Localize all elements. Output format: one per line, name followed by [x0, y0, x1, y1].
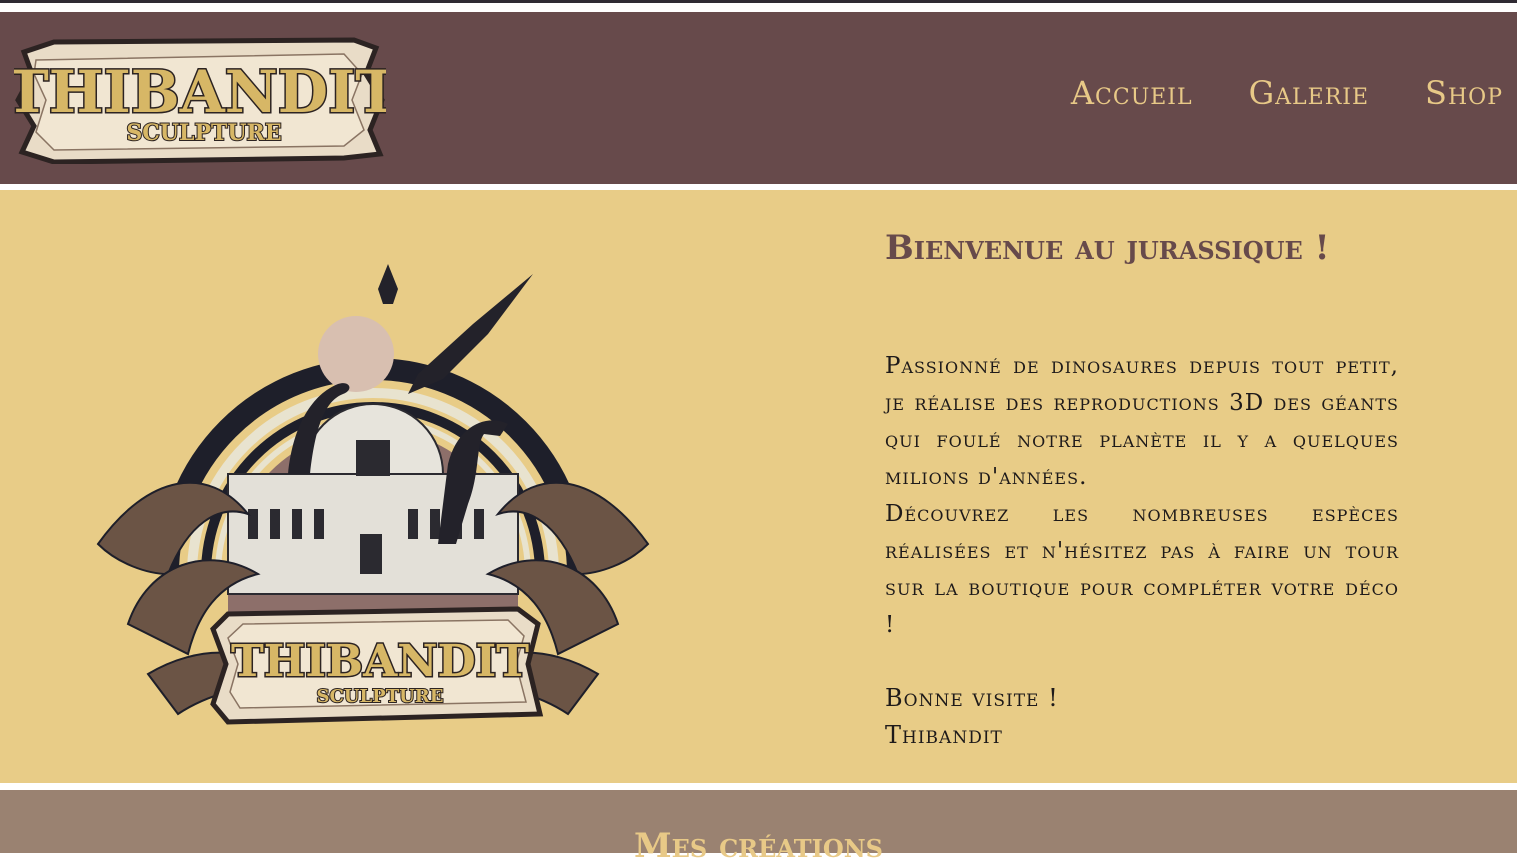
top-border — [0, 0, 1517, 3]
hero-section: THIBANDIT SCULPTURE Bienvenue au jurassi… — [0, 190, 1517, 783]
nav-shop[interactable]: Shop — [1425, 74, 1503, 112]
logo-subtitle: SCULPTURE — [126, 120, 281, 146]
hero-intro-paragraph-1: Passionné de dinosaures depuis tout peti… — [885, 353, 1399, 490]
signature-name: Thibandit — [885, 721, 1003, 749]
nav-galerie[interactable]: Galerie — [1249, 74, 1369, 112]
hero-intro-paragraph-2: Découvrez les nombreuses espèces réalisé… — [885, 501, 1399, 638]
logo-title: THIBANDIT — [14, 58, 386, 126]
creations-section: Mes créations — [0, 790, 1517, 866]
hero-title: Bienvenue au jurassique ! — [885, 228, 1330, 268]
main-nav: Accueil Galerie Shop — [1071, 74, 1503, 112]
nav-accueil[interactable]: Accueil — [1071, 74, 1193, 112]
jurassic-emblem: THIBANDIT SCULPTURE — [96, 264, 650, 725]
site-logo[interactable]: THIBANDIT SCULPTURE — [14, 34, 386, 164]
site-header: THIBANDIT SCULPTURE Accueil Galerie Shop — [0, 12, 1517, 184]
hero-signature: Bonne visite ! Thibandit — [885, 680, 1059, 754]
signature-greeting: Bonne visite ! — [885, 684, 1059, 712]
emblem-subtitle: SCULPTURE — [317, 686, 444, 707]
hero-intro: Passionné de dinosaures depuis tout peti… — [885, 348, 1399, 644]
creations-title: Mes créations — [633, 826, 883, 866]
emblem-title: THIBANDIT — [231, 636, 529, 687]
